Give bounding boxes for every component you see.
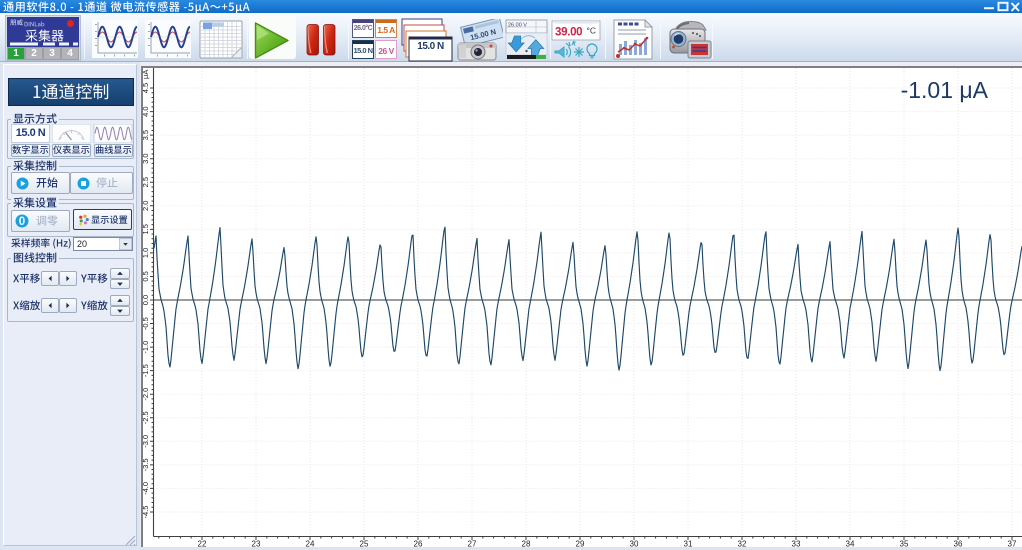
svg-text:0.5: 0.5 [143,271,150,281]
svg-text:-2.0: -2.0 [143,388,150,401]
svg-text:35: 35 [900,539,909,548]
svg-text:32: 32 [738,539,747,548]
svg-text:26: 26 [414,539,423,548]
svg-text:3.0: 3.0 [143,153,150,163]
svg-text:26.00 V: 26.00 V [508,23,527,29]
svg-text:22: 22 [198,539,207,548]
svg-text:-3.0: -3.0 [143,435,150,448]
svg-text:-4.5: -4.5 [143,506,150,519]
svg-text:23: 23 [252,539,261,548]
svg-text:28: 28 [522,539,531,548]
svg-text:27: 27 [468,539,477,548]
svg-text:36: 36 [954,539,963,548]
svg-text:-4.0: -4.0 [143,482,150,495]
svg-text:4.5: 4.5 [143,83,150,93]
svg-text:30: 30 [630,539,639,548]
svg-text:37: 37 [1008,539,1017,548]
svg-text:-1.01 μA: -1.01 μA [901,77,989,103]
svg-text:25: 25 [360,539,369,548]
svg-text:39.00: 39.00 [555,27,582,39]
svg-text:0.0: 0.0 [143,295,150,305]
svg-text:34: 34 [846,539,855,548]
svg-text:-1.0: -1.0 [143,341,150,354]
svg-text:-1.5: -1.5 [143,364,150,377]
svg-text:24: 24 [306,539,315,548]
svg-text:-2.5: -2.5 [143,411,150,424]
svg-text:μA: μA [143,70,150,79]
svg-text:3.5: 3.5 [143,130,150,140]
svg-text:4.0: 4.0 [143,106,150,116]
svg-text:2.5: 2.5 [143,177,150,187]
svg-text:1.0: 1.0 [143,248,150,258]
svg-text:33: 33 [792,539,801,548]
svg-text:2.0: 2.0 [143,201,150,211]
svg-text:-3.5: -3.5 [143,458,150,471]
svg-text:-0.5: -0.5 [143,317,150,330]
svg-text:0: 0 [19,216,25,228]
svg-text:31: 31 [684,539,693,548]
svg-text:29: 29 [576,539,585,548]
svg-text:1.5: 1.5 [143,224,150,234]
svg-text:°C: °C [587,26,597,36]
